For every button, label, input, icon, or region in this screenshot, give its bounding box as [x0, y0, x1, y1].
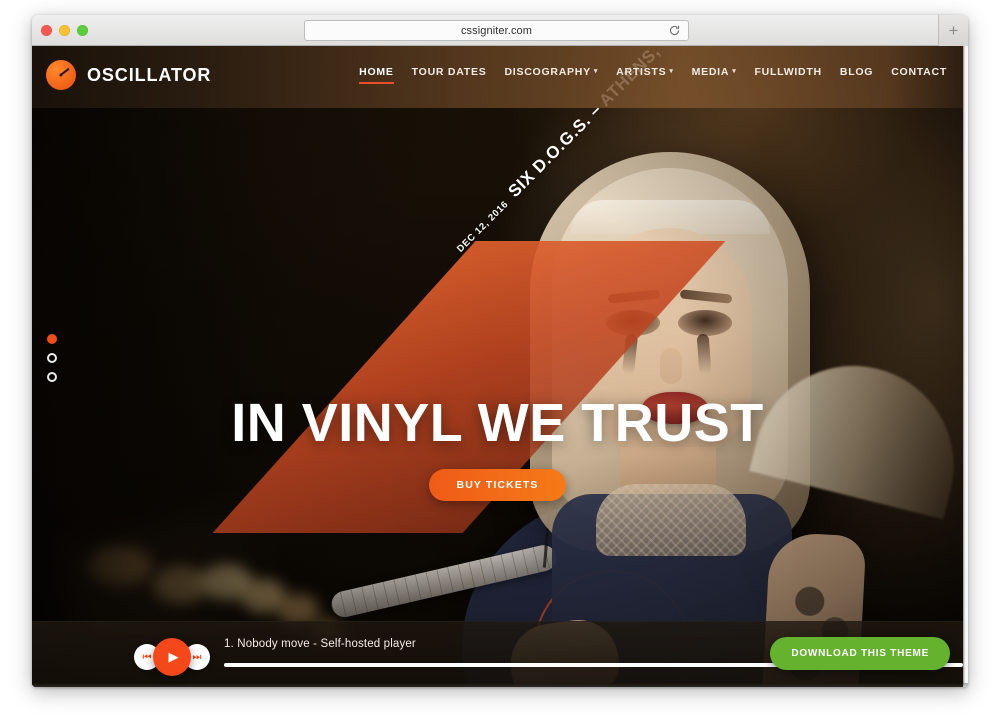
- nav-label: ARTISTS: [616, 66, 667, 78]
- page-content: DEC 12, 2016 SIX D.O.G.S. – ATHENS, GR I…: [32, 46, 963, 687]
- browser-toolbar: cssigniter.com +: [32, 15, 968, 46]
- browser-window: cssigniter.com + DEC 12, 2016 SIX D.O.G.…: [32, 15, 968, 687]
- address-bar[interactable]: cssigniter.com: [304, 20, 689, 41]
- nav-item-artists[interactable]: ARTISTS ▾: [616, 66, 673, 84]
- new-tab-button[interactable]: +: [938, 15, 968, 46]
- url-text: cssigniter.com: [460, 24, 533, 37]
- slider-dot-1[interactable]: [47, 334, 57, 344]
- nav-label: HOME: [359, 66, 394, 78]
- hero-copy: IN VINYL WE TRUST BUY TICKETS: [32, 396, 963, 501]
- nav-label: TOUR DATES: [411, 66, 487, 78]
- oscillator-dial-icon: [46, 60, 76, 90]
- chevron-down-icon: ▾: [669, 68, 674, 75]
- site-logo-text: OSCILLATOR: [87, 64, 212, 85]
- hero-title: IN VINYL WE TRUST: [231, 393, 764, 453]
- audio-player-bar: ⏮ ▶ ⏭ 1. Nobody move - Self-hosted playe…: [32, 621, 963, 687]
- page-viewport: DEC 12, 2016 SIX D.O.G.S. – ATHENS, GR I…: [32, 46, 968, 687]
- nav-label: MEDIA: [691, 66, 730, 78]
- nav-item-discography[interactable]: DISCOGRAPHY ▾: [504, 66, 598, 84]
- nav-label: BLOG: [839, 66, 874, 78]
- maximize-window-button[interactable]: [77, 25, 88, 36]
- slider-pagination: [47, 334, 57, 382]
- main-navigation: HOME TOUR DATES DISCOGRAPHY ▾ ARTISTS ▾: [359, 66, 947, 84]
- nav-item-tour-dates[interactable]: TOUR DATES: [412, 66, 487, 84]
- nav-item-contact[interactable]: CONTACT: [891, 66, 947, 84]
- play-button-icon[interactable]: ▶: [153, 638, 191, 676]
- site-header: OSCILLATOR HOME TOUR DATES DISCOGRAPHY ▾…: [32, 46, 963, 108]
- nav-item-fullwidth[interactable]: FULLWIDTH: [754, 66, 821, 84]
- nav-label: CONTACT: [891, 66, 947, 78]
- download-theme-button[interactable]: DOWNLOAD THIS THEME: [770, 637, 950, 670]
- nav-item-media[interactable]: MEDIA ▾: [692, 66, 737, 84]
- page-scrollbar[interactable]: [963, 46, 968, 687]
- slider-dot-3[interactable]: [47, 372, 57, 382]
- nav-label: FULLWIDTH: [754, 66, 822, 78]
- slider-dot-2[interactable]: [47, 353, 57, 363]
- site-logo[interactable]: OSCILLATOR: [46, 60, 211, 90]
- window-controls: [41, 25, 88, 36]
- chevron-down-icon: ▾: [593, 68, 599, 75]
- nav-item-blog[interactable]: BLOG: [840, 66, 873, 84]
- minimize-window-button[interactable]: [59, 25, 70, 36]
- player-controls: ⏮ ▶ ⏭: [134, 638, 210, 676]
- nav-label: DISCOGRAPHY: [504, 66, 591, 78]
- chevron-down-icon: ▾: [732, 68, 737, 75]
- close-window-button[interactable]: [41, 25, 52, 36]
- reload-icon[interactable]: [668, 24, 681, 37]
- buy-tickets-button[interactable]: BUY TICKETS: [428, 469, 567, 501]
- nav-item-home[interactable]: HOME: [359, 66, 394, 84]
